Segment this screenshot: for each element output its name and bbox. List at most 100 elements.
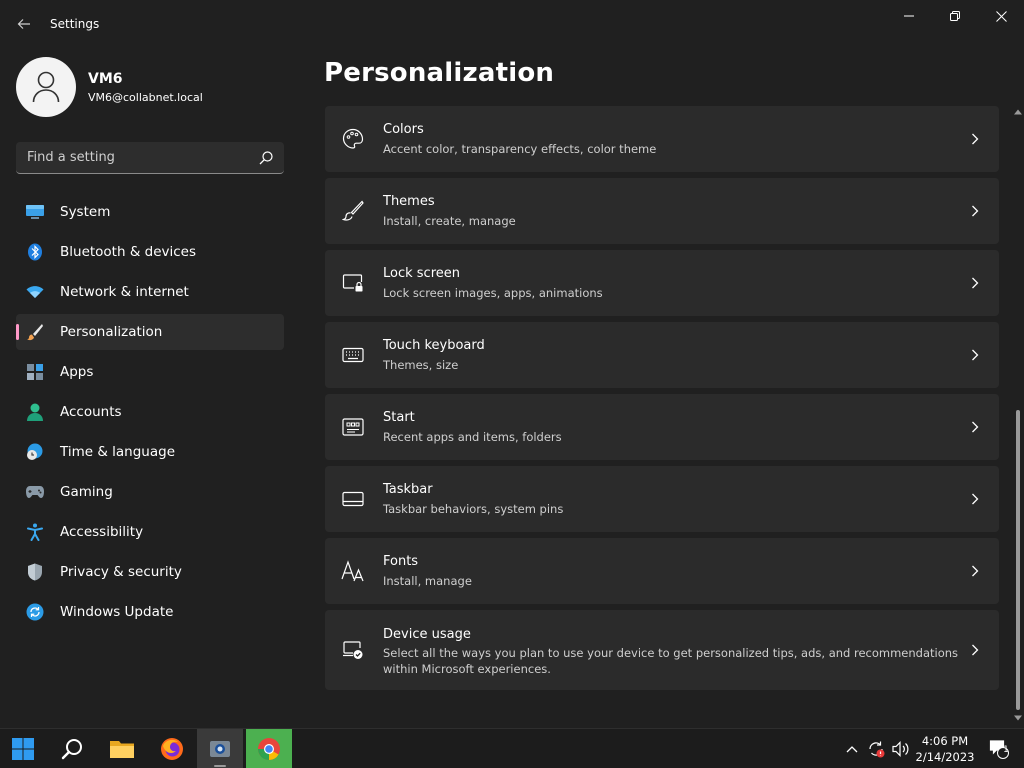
chevron-up-icon [846,746,858,753]
card-description: Taskbar behaviors, system pins [383,502,564,516]
close-button[interactable] [978,0,1024,32]
title-bar: Settings [0,0,1024,48]
sidebar-item-system[interactable]: System [16,194,284,230]
chevron-right-icon [969,642,981,658]
sidebar-item-bluetooth-devices[interactable]: Bluetooth & devices [16,234,284,270]
settings-list: Colors Accent color, transparency effect… [325,106,999,696]
clock-time: 4:06 PM [921,734,969,748]
sidebar-item-windows-update[interactable]: Windows Update [16,594,284,630]
minimize-button[interactable] [886,0,932,32]
globe-clock-icon [26,443,44,461]
search-icon [61,739,82,760]
apps-icon [26,363,44,381]
scroll-down-arrow-icon[interactable] [1014,714,1022,722]
scroll-up-arrow-icon[interactable] [1014,108,1022,116]
chevron-right-icon [969,491,981,507]
sidebar-nav: System Bluetooth & devices Network & int… [16,194,284,634]
active-app-button[interactable] [197,729,243,768]
card-title: Touch keyboard [383,338,485,353]
sidebar-item-privacy-security[interactable]: Privacy & security [16,554,284,590]
card-description: Install, create, manage [383,214,516,228]
sidebar-item-label: Windows Update [60,604,174,620]
chevron-right-icon [969,131,981,147]
sidebar-item-personalization[interactable]: Personalization [16,314,284,350]
back-button[interactable] [8,8,40,40]
accessibility-icon [26,523,44,541]
setting-card-taskbar[interactable]: Taskbar Taskbar behaviors, system pins [325,466,999,532]
volume-icon [892,741,909,757]
profile-name: VM6 [88,71,123,87]
file-explorer-icon [110,741,134,758]
avatar[interactable] [16,57,76,117]
taskbar-clock[interactable]: 4:06 PM 2/14/2023 [910,733,980,765]
firefox-icon [161,738,183,760]
sidebar-item-label: Personalization [60,324,163,340]
chevron-right-icon [969,563,981,579]
back-arrow-icon [17,19,30,29]
sidebar-item-label: Privacy & security [60,564,182,580]
chrome-button[interactable] [246,729,292,768]
search-input[interactable] [16,142,256,173]
card-title: Device usage [383,627,471,642]
card-title: Start [383,410,415,425]
show-hidden-icons-button[interactable] [842,729,862,768]
windows-start-icon [12,738,34,760]
keyboard-icon [341,343,365,367]
taskbar-search-button[interactable] [49,729,95,768]
card-title: Themes [383,194,435,209]
setting-card-start[interactable]: Start Recent apps and items, folders [325,394,999,460]
file-explorer-button[interactable] [99,729,145,768]
page-title: Personalization [324,58,555,88]
setting-card-colors[interactable]: Colors Accent color, transparency effect… [325,106,999,172]
sidebar-item-label: Apps [60,364,94,380]
shield-icon [26,563,44,581]
sidebar-item-accessibility[interactable]: Accessibility [16,514,284,550]
card-description: Select all the ways you plan to use your… [383,646,959,676]
sidebar-item-label: System [60,204,111,220]
setting-card-device-usage[interactable]: Device usage Select all the ways you pla… [325,610,999,690]
profile-email: VM6@collabnet.local [88,91,203,104]
search-icon[interactable] [258,150,274,166]
sidebar-item-network-internet[interactable]: Network & internet [16,274,284,310]
sidebar-item-label: Gaming [60,484,113,500]
notification-badge: 1 [1003,745,1009,755]
app-title: Settings [50,17,100,31]
search-box[interactable] [16,142,284,174]
sidebar-item-time-language[interactable]: Time & language [16,434,284,470]
clock-date: 2/14/2023 [915,750,975,764]
close-icon [995,10,1007,22]
sync-status-button[interactable] [864,729,888,768]
monitor-icon [26,203,44,221]
setting-card-fonts[interactable]: Fonts Install, manage [325,538,999,604]
firefox-button[interactable] [149,729,195,768]
sync-error-icon [869,741,885,758]
brush-icon [341,199,365,223]
sidebar-item-apps[interactable]: Apps [16,354,284,390]
paintbrush-icon [26,323,44,341]
sidebar-item-gaming[interactable]: Gaming [16,474,284,510]
restore-icon [950,11,960,21]
sidebar-item-label: Accounts [60,404,122,420]
taskbar: 4:06 PM 2/14/2023 1 [0,728,1024,768]
notification-button[interactable]: 1 [986,729,1012,768]
scroll-thumb[interactable] [1016,410,1020,710]
card-description: Accent color, transparency effects, colo… [383,142,657,156]
start-button[interactable] [0,729,46,768]
lock-screen-icon [341,271,365,295]
maximize-button[interactable] [932,0,978,32]
setting-card-themes[interactable]: Themes Install, create, manage [325,178,999,244]
setting-card-lock-screen[interactable]: Lock screen Lock screen images, apps, an… [325,250,999,316]
taskbar-icon [341,487,365,511]
scrollbar[interactable] [1012,106,1024,726]
setting-card-touch-keyboard[interactable]: Touch keyboard Themes, size [325,322,999,388]
card-title: Lock screen [383,266,460,281]
start-icon [341,415,365,439]
gamepad-icon [26,483,44,501]
card-title: Colors [383,122,424,137]
card-title: Fonts [383,554,419,569]
sidebar-item-accounts[interactable]: Accounts [16,394,284,430]
minimize-icon [904,15,914,17]
sidebar-item-label: Network & internet [60,284,189,300]
device-usage-icon [341,638,365,662]
bluetooth-icon [26,243,44,261]
